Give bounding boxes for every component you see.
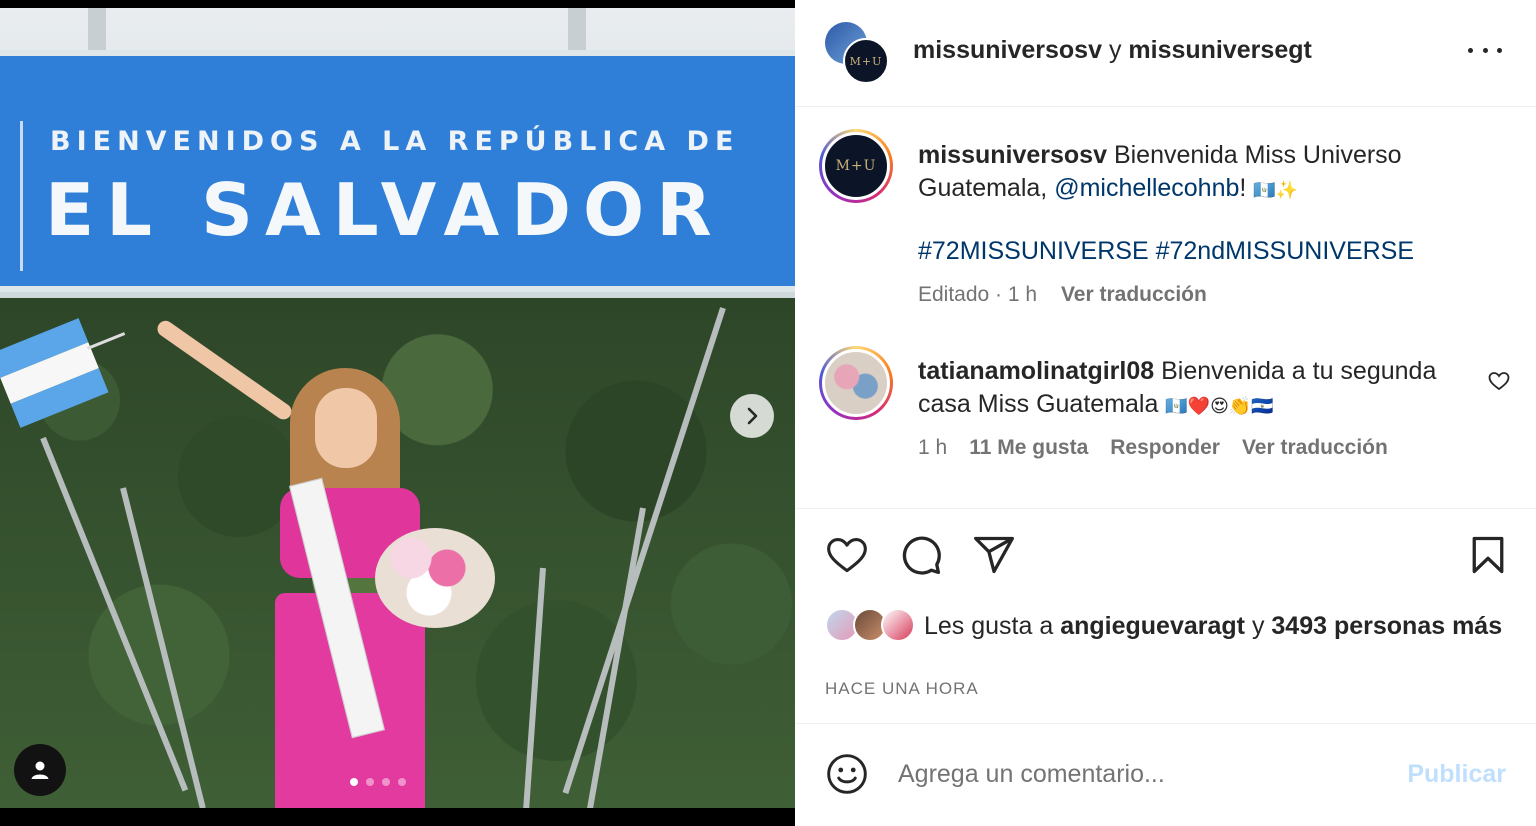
avatar-missuniversosv[interactable]: M+U <box>843 38 889 84</box>
comment-composer: Publicar <box>795 724 1536 826</box>
sign-line-2: EL SALVADOR <box>45 168 724 252</box>
liker-avatars <box>825 608 920 644</box>
welcome-sign: BIENVENIDOS A LA REPÚBLICA DE EL SALVADO… <box>0 50 795 292</box>
liker-avatar[interactable] <box>881 608 915 642</box>
sign-divider <box>20 121 23 271</box>
caption-avatar[interactable]: M+U <box>819 129 893 203</box>
caption-text: missuniversosv Bienvenida Miss Universo … <box>918 139 1478 207</box>
translate-link[interactable]: Ver traducción <box>1061 283 1207 306</box>
likes-prefix: Les gusta a <box>924 612 1054 640</box>
post-side-panel: M+U missuniversosv y missuniversegt M+U … <box>795 0 1536 826</box>
action-bar <box>795 532 1536 582</box>
comment-text: tatianamolinatgirl08 Bienvenida a tu seg… <box>918 355 1438 423</box>
caption-punct: ! <box>1239 174 1247 202</box>
bookmark-icon <box>1472 536 1504 574</box>
comment-input[interactable] <box>898 754 1378 794</box>
likes-text: Les gusta a angieguevaragt y 3493 person… <box>924 610 1504 643</box>
sign-line-1: BIENVENIDOS A LA REPÚBLICA DE <box>50 126 740 157</box>
divider <box>795 508 1536 509</box>
more-options-icon[interactable] <box>1468 38 1502 62</box>
carousel-indicator <box>350 778 406 786</box>
carousel-dot <box>366 778 374 786</box>
user-tag-icon <box>31 761 49 779</box>
tagged-users-button[interactable] <box>14 744 66 796</box>
header-accounts: missuniversosv y missuniversegt <box>913 36 1312 65</box>
like-button[interactable] <box>824 532 870 578</box>
likes-conj: y <box>1251 612 1265 640</box>
reply-button[interactable]: Responder <box>1110 436 1220 460</box>
comment-button[interactable] <box>898 532 944 578</box>
account-link[interactable]: missuniversosv <box>913 36 1102 64</box>
carousel-dot <box>398 778 406 786</box>
face <box>315 388 377 468</box>
post-window: BIENVENIDOS A LA REPÚBLICA DE EL SALVADO… <box>0 0 1536 826</box>
share-icon <box>974 536 1014 574</box>
publish-button[interactable]: Publicar <box>1407 760 1506 789</box>
chevron-right-icon <box>747 407 758 425</box>
comment-username[interactable]: tatianamolinatgirl08 <box>918 357 1154 385</box>
post-header: M+U missuniversosv y missuniversegt <box>795 0 1536 107</box>
share-button[interactable] <box>971 532 1017 578</box>
account-link[interactable]: missuniversegt <box>1128 36 1311 64</box>
post-timestamp[interactable]: HACE UNA HORA <box>825 679 979 699</box>
collab-avatars[interactable]: M+U <box>825 22 889 84</box>
avatar-photo <box>822 349 890 417</box>
carousel-dot <box>350 778 358 786</box>
likes-count[interactable]: 3493 personas más <box>1271 612 1502 640</box>
caption-emojis: 🇬🇹✨ <box>1253 180 1299 201</box>
comment-time: 1 h <box>918 436 948 459</box>
avatar-logo: M+U <box>822 132 890 200</box>
edited-time: Editado · 1 h <box>918 283 1038 306</box>
next-image-button[interactable] <box>730 394 774 438</box>
comment-likes[interactable]: 11 Me gusta <box>969 436 1088 460</box>
bouquet <box>375 528 495 628</box>
comment-like-heart-icon[interactable] <box>1487 369 1511 393</box>
caption-meta: Editado · 1 h Ver traducción <box>918 283 1207 307</box>
caption-username[interactable]: missuniversosv <box>918 141 1107 169</box>
carousel-dot <box>382 778 390 786</box>
comment-translate-link[interactable]: Ver traducción <box>1242 436 1388 460</box>
mention-link[interactable]: @michellecohnb <box>1054 174 1239 202</box>
comment-icon <box>902 536 941 575</box>
emoji-smile-icon[interactable] <box>825 752 869 796</box>
commenter-avatar[interactable] <box>819 346 893 420</box>
save-button[interactable] <box>1465 532 1511 578</box>
conjunction: y <box>1108 36 1122 64</box>
post-media[interactable]: BIENVENIDOS A LA REPÚBLICA DE EL SALVADO… <box>0 8 795 808</box>
heart-icon <box>827 538 867 573</box>
comment-meta: 1 h 11 Me gusta Responder Ver traducción <box>918 436 1388 460</box>
comment-emojis: 🇬🇹❤️😍👏🇸🇻 <box>1165 396 1274 417</box>
woman-figure <box>154 317 500 808</box>
hashtags[interactable]: #72MISSUNIVERSE #72ndMISSUNIVERSE <box>918 237 1414 266</box>
liker-username[interactable]: angieguevaragt <box>1060 612 1245 640</box>
